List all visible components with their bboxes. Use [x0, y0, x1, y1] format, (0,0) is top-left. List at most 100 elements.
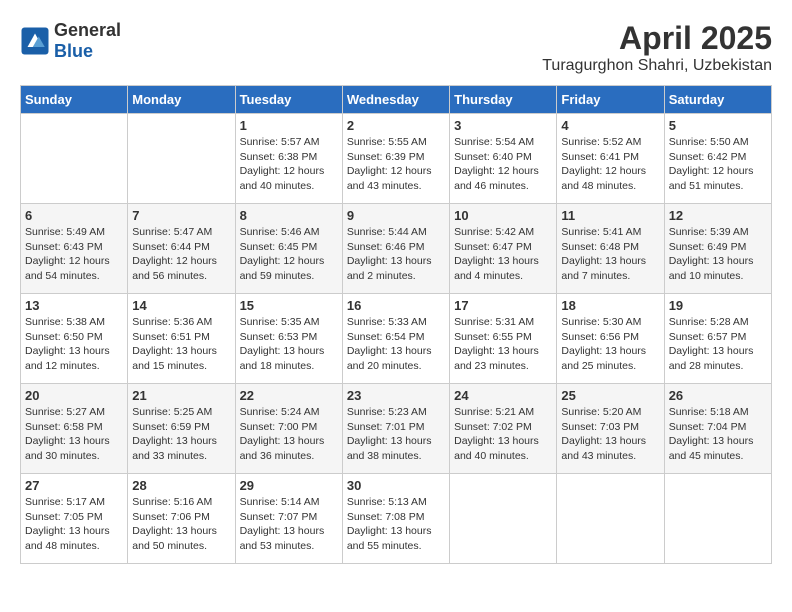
day-number: 21	[132, 388, 230, 403]
calendar-week-row: 6Sunrise: 5:49 AM Sunset: 6:43 PM Daylig…	[21, 204, 772, 294]
calendar-cell: 15 Sunrise: 5:35 AM Sunset: 6:53 PM Dayli…	[235, 294, 342, 384]
calendar-cell	[664, 474, 771, 564]
day-info: Sunrise: 5:54 AM Sunset: 6:40 PM Dayligh…	[454, 135, 552, 194]
calendar-cell: 14Sunrise: 5:36 AM Sunset: 6:51 PM Dayli…	[128, 294, 235, 384]
day-number: 26	[669, 388, 767, 403]
day-info: Sunrise: 5:57 AM Sunset: 6:38 PM Dayligh…	[240, 135, 338, 194]
day-number: 25	[561, 388, 659, 403]
day-info: Sunrise: 5:35 AM Sunset: 6:53 PM Dayligh…	[240, 315, 338, 374]
day-number: 17	[454, 298, 552, 313]
calendar-cell: 3 Sunrise: 5:54 AM Sunset: 6:40 PM Daylig…	[450, 114, 557, 204]
calendar-cell: 19Sunrise: 5:28 AM Sunset: 6:57 PM Dayli…	[664, 294, 771, 384]
day-info: Sunrise: 5:42 AM Sunset: 6:47 PM Dayligh…	[454, 225, 552, 284]
day-info: Sunrise: 5:13 AM Sunset: 7:08 PM Dayligh…	[347, 495, 445, 554]
day-number: 8	[240, 208, 338, 223]
calendar-header-sunday: Sunday	[21, 86, 128, 114]
day-info: Sunrise: 5:31 AM Sunset: 6:55 PM Dayligh…	[454, 315, 552, 374]
calendar-cell: 29 Sunrise: 5:14 AM Sunset: 7:07 PM Dayli…	[235, 474, 342, 564]
day-info: Sunrise: 5:47 AM Sunset: 6:44 PM Dayligh…	[132, 225, 230, 284]
calendar-cell: 28Sunrise: 5:16 AM Sunset: 7:06 PM Dayli…	[128, 474, 235, 564]
day-number: 13	[25, 298, 123, 313]
day-info: Sunrise: 5:18 AM Sunset: 7:04 PM Dayligh…	[669, 405, 767, 464]
day-number: 11	[561, 208, 659, 223]
calendar-cell: 21 Sunrise: 5:25 AM Sunset: 6:59 PM Dayli…	[128, 384, 235, 474]
calendar-cell	[557, 474, 664, 564]
day-info: Sunrise: 5:50 AM Sunset: 6:42 PM Dayligh…	[669, 135, 767, 194]
month-title: April 2025	[542, 20, 772, 57]
calendar-cell: 23 Sunrise: 5:23 AM Sunset: 7:01 PM Dayli…	[342, 384, 449, 474]
day-info: Sunrise: 5:44 AM Sunset: 6:46 PM Dayligh…	[347, 225, 445, 284]
calendar-cell	[21, 114, 128, 204]
day-info: Sunrise: 5:16 AM Sunset: 7:06 PM Dayligh…	[132, 495, 230, 554]
day-number: 18	[561, 298, 659, 313]
calendar-cell: 30 Sunrise: 5:13 AM Sunset: 7:08 PM Dayli…	[342, 474, 449, 564]
calendar-cell: 16 Sunrise: 5:33 AM Sunset: 6:54 PM Dayli…	[342, 294, 449, 384]
day-info: Sunrise: 5:36 AM Sunset: 6:51 PM Dayligh…	[132, 315, 230, 374]
day-number: 16	[347, 298, 445, 313]
day-info: Sunrise: 5:25 AM Sunset: 6:59 PM Dayligh…	[132, 405, 230, 464]
day-info: Sunrise: 5:39 AM Sunset: 6:49 PM Dayligh…	[669, 225, 767, 284]
calendar-cell: 7 Sunrise: 5:47 AM Sunset: 6:44 PM Daylig…	[128, 204, 235, 294]
calendar-week-row: 27Sunrise: 5:17 AM Sunset: 7:05 PM Dayli…	[21, 474, 772, 564]
day-number: 9	[347, 208, 445, 223]
page-header: General Blue April 2025 Turagurghon Shah…	[20, 20, 772, 75]
day-number: 30	[347, 478, 445, 493]
calendar-header-row: SundayMondayTuesdayWednesdayThursdayFrid…	[21, 86, 772, 114]
calendar-cell: 5 Sunrise: 5:50 AM Sunset: 6:42 PM Daylig…	[664, 114, 771, 204]
calendar-week-row: 20 Sunrise: 5:27 AM Sunset: 6:58 PM Dayli…	[21, 384, 772, 474]
calendar-cell: 27Sunrise: 5:17 AM Sunset: 7:05 PM Dayli…	[21, 474, 128, 564]
calendar-table: SundayMondayTuesdayWednesdayThursdayFrid…	[20, 85, 772, 564]
calendar-cell: 11Sunrise: 5:41 AM Sunset: 6:48 PM Dayli…	[557, 204, 664, 294]
calendar-cell: 12 Sunrise: 5:39 AM Sunset: 6:49 PM Dayli…	[664, 204, 771, 294]
day-number: 10	[454, 208, 552, 223]
calendar-cell: 1 Sunrise: 5:57 AM Sunset: 6:38 PM Daylig…	[235, 114, 342, 204]
calendar-header-monday: Monday	[128, 86, 235, 114]
day-number: 23	[347, 388, 445, 403]
day-info: Sunrise: 5:21 AM Sunset: 7:02 PM Dayligh…	[454, 405, 552, 464]
calendar-cell: 6Sunrise: 5:49 AM Sunset: 6:43 PM Daylig…	[21, 204, 128, 294]
calendar-cell: 26 Sunrise: 5:18 AM Sunset: 7:04 PM Dayli…	[664, 384, 771, 474]
calendar-header-thursday: Thursday	[450, 86, 557, 114]
day-number: 22	[240, 388, 338, 403]
day-number: 7	[132, 208, 230, 223]
calendar-header-wednesday: Wednesday	[342, 86, 449, 114]
day-number: 1	[240, 118, 338, 133]
day-number: 4	[561, 118, 659, 133]
day-number: 2	[347, 118, 445, 133]
day-number: 3	[454, 118, 552, 133]
day-info: Sunrise: 5:33 AM Sunset: 6:54 PM Dayligh…	[347, 315, 445, 374]
calendar-cell: 13 Sunrise: 5:38 AM Sunset: 6:50 PM Dayli…	[21, 294, 128, 384]
day-info: Sunrise: 5:28 AM Sunset: 6:57 PM Dayligh…	[669, 315, 767, 374]
calendar-cell: 4Sunrise: 5:52 AM Sunset: 6:41 PM Daylig…	[557, 114, 664, 204]
day-info: Sunrise: 5:24 AM Sunset: 7:00 PM Dayligh…	[240, 405, 338, 464]
logo-icon	[20, 26, 50, 56]
day-info: Sunrise: 5:27 AM Sunset: 6:58 PM Dayligh…	[25, 405, 123, 464]
calendar-cell	[128, 114, 235, 204]
calendar-header-tuesday: Tuesday	[235, 86, 342, 114]
day-info: Sunrise: 5:46 AM Sunset: 6:45 PM Dayligh…	[240, 225, 338, 284]
logo: General Blue	[20, 20, 121, 62]
calendar-cell: 25 Sunrise: 5:20 AM Sunset: 7:03 PM Dayli…	[557, 384, 664, 474]
calendar-cell: 20 Sunrise: 5:27 AM Sunset: 6:58 PM Dayli…	[21, 384, 128, 474]
calendar-header-friday: Friday	[557, 86, 664, 114]
calendar-cell: 9 Sunrise: 5:44 AM Sunset: 6:46 PM Daylig…	[342, 204, 449, 294]
logo-general-text: General	[54, 20, 121, 40]
day-info: Sunrise: 5:38 AM Sunset: 6:50 PM Dayligh…	[25, 315, 123, 374]
day-info: Sunrise: 5:14 AM Sunset: 7:07 PM Dayligh…	[240, 495, 338, 554]
day-info: Sunrise: 5:30 AM Sunset: 6:56 PM Dayligh…	[561, 315, 659, 374]
day-number: 29	[240, 478, 338, 493]
calendar-cell	[450, 474, 557, 564]
day-number: 5	[669, 118, 767, 133]
day-number: 15	[240, 298, 338, 313]
day-info: Sunrise: 5:20 AM Sunset: 7:03 PM Dayligh…	[561, 405, 659, 464]
title-section: April 2025 Turagurghon Shahri, Uzbekista…	[542, 20, 772, 75]
calendar-cell: 10 Sunrise: 5:42 AM Sunset: 6:47 PM Dayli…	[450, 204, 557, 294]
day-number: 27	[25, 478, 123, 493]
calendar-cell: 2Sunrise: 5:55 AM Sunset: 6:39 PM Daylig…	[342, 114, 449, 204]
day-number: 12	[669, 208, 767, 223]
calendar-cell: 22 Sunrise: 5:24 AM Sunset: 7:00 PM Dayli…	[235, 384, 342, 474]
day-info: Sunrise: 5:23 AM Sunset: 7:01 PM Dayligh…	[347, 405, 445, 464]
day-number: 6	[25, 208, 123, 223]
day-number: 20	[25, 388, 123, 403]
location-title: Turagurghon Shahri, Uzbekistan	[542, 57, 772, 75]
